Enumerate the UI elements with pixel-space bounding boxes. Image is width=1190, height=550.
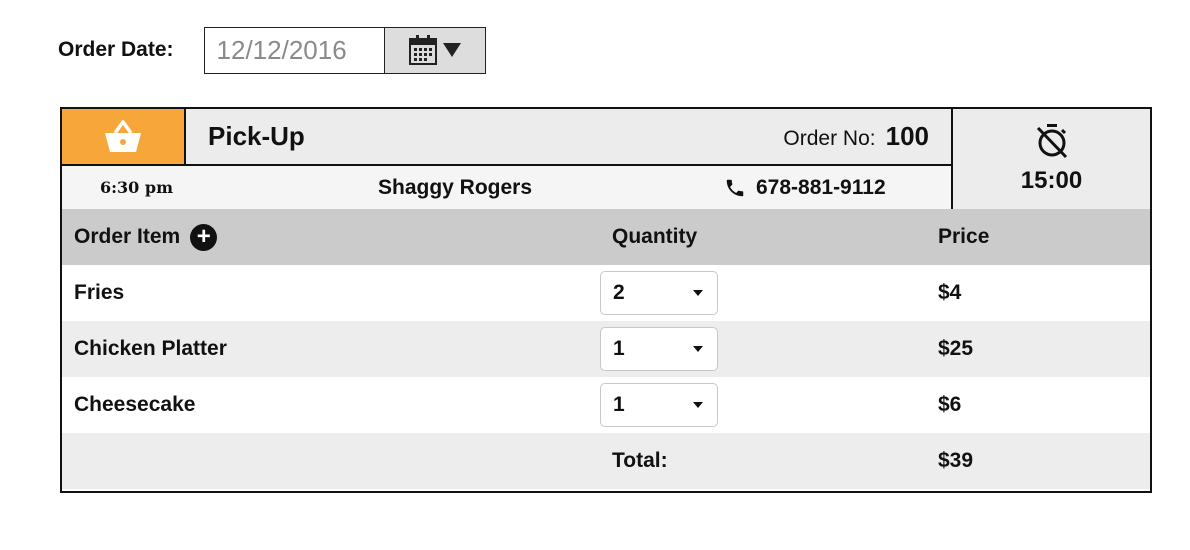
total-row: Total: $39 [62,433,1150,489]
order-date-row: Order Date: 12/12/2016 [58,26,486,74]
order-type-icon-cell [62,109,186,166]
pickup-time: 6:30 pm [100,178,173,197]
timer-panel: 15:00 [951,109,1150,209]
timer-off-icon [1036,124,1067,159]
table-row: Fries 2 $4 [62,265,1150,321]
header-price: Price [938,225,990,248]
quantity-select[interactable]: 1 [600,327,718,371]
table-row: Chicken Platter 1 $25 [62,321,1150,377]
customer-phone-number: 678-881-9112 [756,175,886,199]
basket-icon [105,119,141,152]
row-price: $25 [938,337,974,360]
order-number-value: 100 [885,121,929,151]
order-number: Order No: 100 [783,121,929,152]
total-label: Total: [612,449,668,472]
caret-down-icon [693,346,703,352]
row-item-name: Chicken Platter [74,337,227,360]
triangle-down-icon [442,43,461,57]
caret-down-icon [693,290,703,296]
quantity-value: 1 [613,393,625,416]
customer-phone: 678-881-9112 [724,176,886,200]
phone-icon [726,179,744,196]
table-header: Order Item + Quantity Price [62,209,1150,265]
row-price: $6 [938,393,962,416]
quantity-value: 1 [613,337,625,360]
quantity-select[interactable]: 1 [600,383,718,427]
row-price: $4 [938,281,962,304]
customer-name: Shaggy Rogers [378,175,533,199]
order-number-label: Order No: [783,127,876,150]
row-item-name: Fries [74,281,125,304]
timer-value: 15:00 [1020,167,1083,194]
row-item-name: Cheesecake [74,393,196,416]
order-date-input[interactable]: 12/12/2016 [203,26,384,74]
date-picker-button[interactable] [383,26,486,74]
order-type: Pick-Up [208,121,305,151]
quantity-select[interactable]: 2 [600,271,718,315]
header-quantity: Quantity [612,225,698,248]
header-order-item: Order Item + [74,223,218,251]
total-value: $39 [938,449,974,472]
table-row: Cheesecake 1 $6 [62,377,1150,433]
calendar-icon [408,35,437,65]
order-card: Pick-Up Order No: 100 6:30 pm Shaggy Rog… [60,107,1152,493]
quantity-value: 2 [613,281,625,304]
header-order-item-label: Order Item [74,225,181,248]
order-type-bar: Pick-Up Order No: 100 [186,109,951,166]
caret-down-icon [693,402,703,408]
order-date-label: Order Date: [58,38,174,61]
plus-circle-icon[interactable]: + [190,223,218,251]
customer-info-bar: 6:30 pm Shaggy Rogers 678-881-9112 [62,166,951,209]
order-header: Pick-Up Order No: 100 6:30 pm Shaggy Rog… [62,109,1150,209]
